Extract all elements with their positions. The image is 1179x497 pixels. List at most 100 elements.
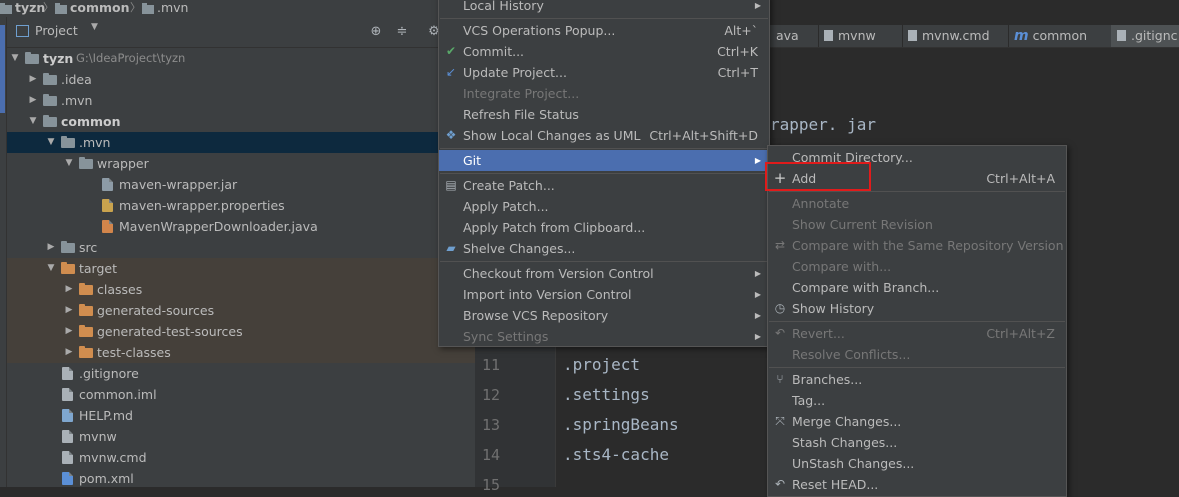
editor-tab[interactable]: mvnw.cmd (902, 25, 1009, 47)
tree-item[interactable]: ▼ target (7, 258, 475, 279)
expanded-arrow-icon[interactable]: ▼ (64, 153, 74, 174)
tree-item[interactable]: ▼ .mvn (7, 132, 475, 153)
code-line[interactable]: .sts4-cache (563, 445, 669, 464)
excluded-folder-icon (79, 346, 93, 358)
collapsed-arrow-icon[interactable]: ▶ (64, 342, 74, 363)
menu-item-apply-patch-from-clipboard[interactable]: Apply Patch from Clipboard... (439, 217, 769, 238)
editor-tab[interactable]: ava (770, 25, 819, 47)
menu-item-import-into-version-control[interactable]: Import into Version Control ▶ (439, 284, 769, 305)
tree-item[interactable]: maven-wrapper.jar (7, 174, 475, 195)
menu-item-merge-changes[interactable]: ⤧ Merge Changes... (768, 411, 1066, 432)
menu-item-checkout-from-version-control[interactable]: Checkout from Version Control ▶ (439, 263, 769, 284)
menu-item-show-history[interactable]: ◷ Show History (768, 298, 1066, 319)
collapsed-arrow-icon[interactable]: ▶ (64, 321, 74, 342)
submenu-arrow-icon: ▶ (754, 269, 761, 278)
tree-item-label: HELP.md (79, 408, 133, 423)
menu-item-tag[interactable]: Tag... (768, 390, 1066, 411)
menu-item-update-project[interactable]: ↙ Update Project... Ctrl+T (439, 62, 769, 83)
editor-tab[interactable]: mvnw (818, 25, 903, 47)
tree-item[interactable]: mvnw (7, 426, 475, 447)
tree-item[interactable]: ▼ wrapper (7, 153, 475, 174)
folder-icon (61, 241, 75, 253)
expanded-arrow-icon[interactable]: ▼ (46, 132, 56, 153)
expanded-arrow-icon[interactable]: ▼ (46, 258, 56, 279)
tree-item[interactable]: pom.xml (7, 468, 475, 489)
menu-item-revert: ↶ Revert... Ctrl+Alt+Z (768, 323, 1066, 344)
tree-item[interactable]: ▶ src (7, 237, 475, 258)
tree-item[interactable]: ▶ generated-sources (7, 300, 475, 321)
menu-item-branches[interactable]: ⑂ Branches... (768, 369, 1066, 390)
tree-item[interactable]: .gitignore (7, 363, 475, 384)
tree-item[interactable]: ▶ .idea (7, 69, 475, 90)
editor-tab[interactable]: .gitignc (1111, 25, 1179, 47)
collapsed-arrow-icon[interactable]: ▶ (46, 237, 56, 258)
tree-item[interactable]: ▼ tyzn G:\IdeaProject\tyzn (7, 48, 475, 69)
editor-partial-line: rapper. jar (770, 115, 876, 134)
menu-item-browse-vcs-repository[interactable]: Browse VCS Repository ▶ (439, 305, 769, 326)
project-tool-window-tab[interactable] (0, 25, 5, 113)
code-line[interactable]: .settings (563, 385, 650, 404)
breadcrumb-item-common[interactable]: common (55, 0, 130, 17)
menu-item-label: UnStash Changes... (792, 456, 915, 471)
tree-item[interactable]: common.iml (7, 384, 475, 405)
folder-icon (79, 157, 93, 169)
tree-item[interactable]: ▶ test-classes (7, 342, 475, 363)
code-line[interactable]: .project (563, 355, 640, 374)
menu-item-shortcut: Ctrl+Alt+Z (986, 326, 1055, 341)
expanded-arrow-icon[interactable]: ▼ (10, 48, 20, 69)
menu-item-shelve-changes[interactable]: ▰ Shelve Changes... (439, 238, 769, 259)
project-panel: Project ▼ ⊕ ≑ ⚙ ▼ tyzn G:\IdeaProject\tyzn… (7, 17, 475, 487)
folder-icon (142, 2, 154, 17)
chevron-right-icon: 〉 (130, 1, 141, 14)
expanded-arrow-icon[interactable]: ▼ (28, 111, 38, 132)
tree-item[interactable]: ▼ common (7, 111, 475, 132)
menu-item-label: Git (463, 153, 482, 168)
line-number: 11 (482, 356, 501, 374)
menu-item-local-history[interactable]: Local History ▶ (439, 0, 769, 16)
collapsed-arrow-icon[interactable]: ▶ (64, 279, 74, 300)
collapse-all-icon[interactable]: ≑ (395, 25, 409, 39)
menu-item-label: Revert... (792, 326, 845, 341)
collapsed-arrow-icon[interactable]: ▶ (28, 90, 38, 111)
git-submenu: Commit Directory... + Add Ctrl+Alt+A Annotat… (767, 145, 1067, 497)
menu-item-create-patch[interactable]: ▤ Create Patch... (439, 175, 769, 196)
menu-item-compare-with-branch[interactable]: Compare with Branch... (768, 277, 1066, 298)
code-line[interactable]: .springBeans (563, 415, 679, 434)
menu-item-label: Merge Changes... (792, 414, 902, 429)
editor-tab-label: mvnw (838, 28, 876, 43)
menu-item-reset-head[interactable]: ↶ Reset HEAD... (768, 474, 1066, 495)
tree-item-label: common (61, 114, 121, 129)
menu-separator (440, 173, 768, 174)
menu-item-refresh-file-status[interactable]: Refresh File Status (439, 104, 769, 125)
tree-item-label: pom.xml (79, 471, 134, 486)
tree-item-label: wrapper (97, 156, 149, 171)
tree-item[interactable]: MavenWrapperDownloader.java (7, 216, 475, 237)
menu-item-vcs-operations-popup[interactable]: VCS Operations Popup... Alt+` (439, 20, 769, 41)
chevron-down-icon[interactable]: ▼ (91, 22, 98, 32)
menu-item-apply-patch[interactable]: Apply Patch... (439, 196, 769, 217)
revert-icon: ↶ (774, 326, 786, 340)
tree-item[interactable]: maven-wrapper.properties (7, 195, 475, 216)
menu-item-label: Import into Version Control (463, 287, 632, 302)
menu-item-git[interactable]: Git ▶ (439, 150, 769, 171)
collapsed-arrow-icon[interactable]: ▶ (64, 300, 74, 321)
submenu-arrow-icon: ▶ (754, 332, 761, 341)
locate-target-icon[interactable]: ⊕ (369, 25, 383, 39)
menu-item-unstash-changes[interactable]: UnStash Changes... (768, 453, 1066, 474)
tree-item[interactable]: ▶ .mvn (7, 90, 475, 111)
menu-item-label: Refresh File Status (463, 107, 579, 122)
tree-item[interactable]: ▶ generated-test-sources (7, 321, 475, 342)
menu-item-stash-changes[interactable]: Stash Changes... (768, 432, 1066, 453)
menu-item-annotate: Annotate (768, 193, 1066, 214)
update-icon: ↙ (445, 65, 457, 79)
tree-item[interactable]: HELP.md (7, 405, 475, 426)
editor-tab[interactable]: m common (1008, 25, 1112, 47)
folder-icon (43, 94, 57, 106)
breadcrumb-item-tyzn[interactable]: tyzn (0, 0, 45, 17)
collapsed-arrow-icon[interactable]: ▶ (28, 69, 38, 90)
menu-item-commit[interactable]: ✔ Commit... Ctrl+K (439, 41, 769, 62)
tree-item[interactable]: mvnw.cmd (7, 447, 475, 468)
tree-item[interactable]: ▶ classes (7, 279, 475, 300)
breadcrumb-item-mvn[interactable]: .mvn (142, 0, 188, 17)
menu-item-show-local-changes-as-uml[interactable]: ❖ Show Local Changes as UML Ctrl+Alt+Shift… (439, 125, 769, 146)
